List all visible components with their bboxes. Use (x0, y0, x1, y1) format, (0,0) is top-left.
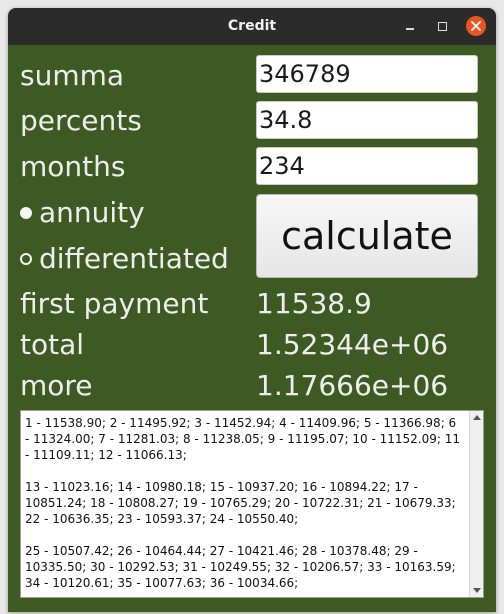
minimize-button[interactable] (401, 16, 421, 36)
annuity-radio[interactable] (20, 207, 32, 219)
scroll-down-icon[interactable] (473, 588, 481, 593)
total-label: total (20, 328, 85, 361)
differentiated-label[interactable]: differentiated (39, 243, 229, 275)
payment-schedule-text: 1 - 11538.90; 2 - 11495.92; 3 - 11452.94… (25, 416, 460, 590)
maximize-icon (438, 22, 447, 31)
percents-label: percents (20, 104, 142, 137)
summa-label: summa (20, 59, 125, 92)
title-bar: Credit (8, 8, 496, 45)
vertical-scrollbar[interactable] (469, 411, 483, 597)
minimize-icon (406, 28, 414, 30)
more-label: more (20, 369, 93, 402)
first-payment-label: first payment (20, 287, 209, 320)
scroll-up-icon[interactable] (473, 415, 481, 420)
close-button[interactable] (466, 16, 486, 36)
annuity-label[interactable]: annuity (39, 197, 145, 229)
percents-input[interactable] (256, 101, 478, 139)
payment-schedule-textarea[interactable]: 1 - 11538.90; 2 - 11495.92; 3 - 11452.94… (20, 410, 484, 598)
maximize-button[interactable] (433, 16, 453, 36)
window-title: Credit (227, 18, 277, 34)
differentiated-radio[interactable] (20, 253, 32, 265)
total-value: 1.52344e+06 (256, 328, 449, 361)
app-window: Credit summa percents months annuity dif… (8, 8, 496, 612)
calculate-button[interactable]: calculate (256, 194, 478, 278)
first-payment-value: 11538.9 (256, 287, 372, 320)
summa-input[interactable] (256, 55, 478, 93)
months-input[interactable] (256, 147, 478, 185)
close-icon (471, 21, 481, 31)
more-value: 1.17666e+06 (256, 369, 449, 402)
months-label: months (20, 150, 126, 183)
